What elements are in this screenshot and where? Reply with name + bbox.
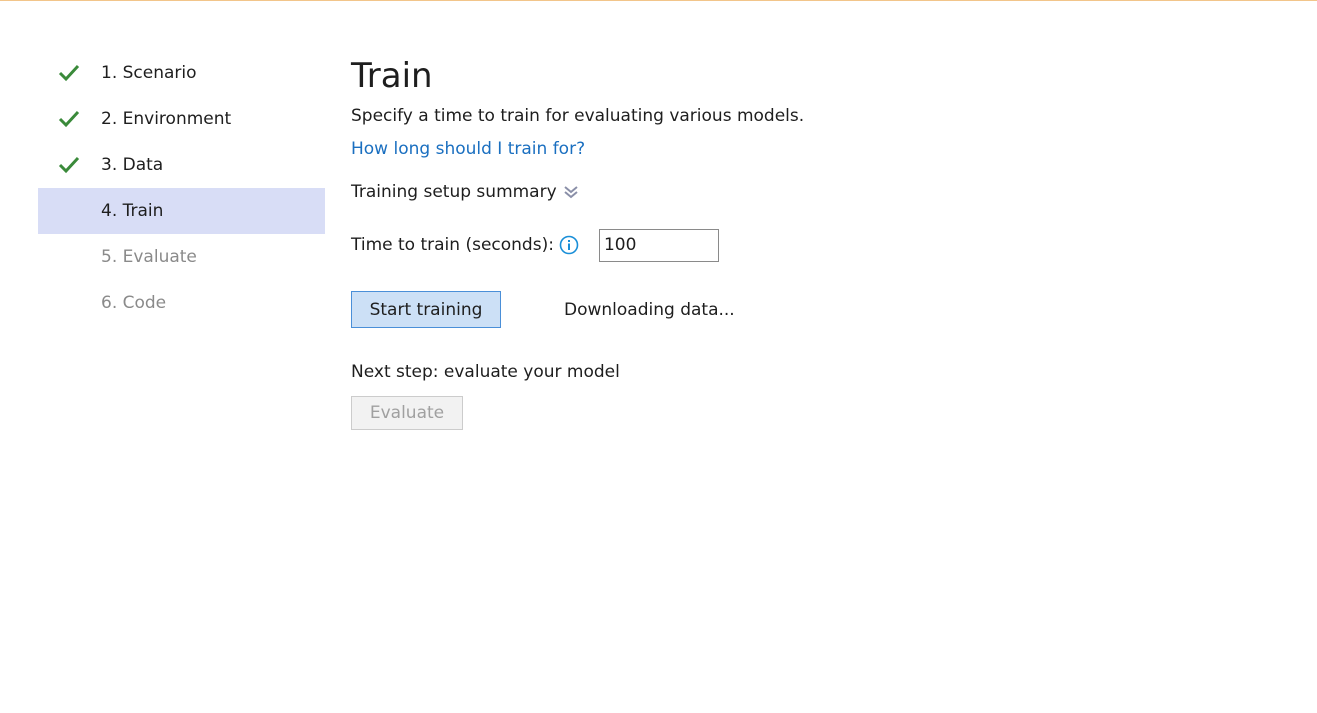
chevron-double-down-icon (564, 186, 578, 199)
step-label: 3. Data (101, 155, 164, 175)
time-to-train-label: Time to train (seconds): (351, 235, 554, 255)
training-status-text: Downloading data... (564, 300, 735, 320)
step-data[interactable]: 3. Data (38, 142, 325, 188)
top-accent-line (0, 0, 1317, 1)
info-icon[interactable] (559, 235, 579, 255)
evaluate-button[interactable]: Evaluate (351, 396, 463, 430)
step-code: 6. Code (38, 280, 325, 326)
step-label: 5. Evaluate (101, 247, 197, 267)
step-label: 4. Train (101, 201, 164, 221)
step-train[interactable]: 4. Train (38, 188, 325, 234)
step-label: 6. Code (101, 293, 167, 313)
page-description: Specify a time to train for evaluating v… (351, 106, 805, 126)
step-evaluate: 5. Evaluate (38, 234, 325, 280)
page-title: Train (351, 56, 433, 96)
time-to-train-row: Time to train (seconds): (351, 228, 719, 262)
train-duration-help-link[interactable]: How long should I train for? (351, 139, 585, 159)
next-step-text: Next step: evaluate your model (351, 362, 620, 382)
step-label: 2. Environment (101, 109, 232, 129)
step-label: 1. Scenario (101, 63, 197, 83)
step-environment[interactable]: 2. Environment (38, 96, 325, 142)
step-scenario[interactable]: 1. Scenario (38, 50, 325, 96)
checkmark-icon (58, 64, 80, 82)
checkmark-icon (58, 110, 80, 128)
checkmark-icon (58, 156, 80, 174)
start-training-button[interactable]: Start training (351, 291, 501, 328)
time-to-train-input[interactable] (598, 228, 719, 262)
wizard-steps: 1. Scenario 2. Environment 3. Data 4. Tr… (38, 50, 325, 326)
summary-toggle-label: Training setup summary (351, 182, 557, 202)
training-setup-summary-toggle[interactable]: Training setup summary (351, 182, 579, 202)
